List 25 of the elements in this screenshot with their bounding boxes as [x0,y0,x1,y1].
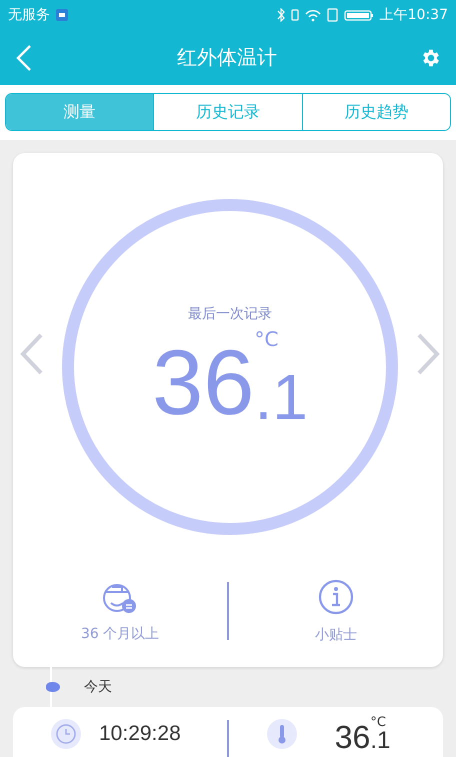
carrier-text: 无服务 [8,6,50,24]
record-temperature: 36 [334,720,370,752]
timeline-dot [46,682,60,692]
temperature-decimal: .1 [254,365,308,429]
record-decimal: .1 [370,728,390,752]
unit-text: °C [254,327,278,351]
temperature-value: 36 [152,337,254,429]
tips-button[interactable]: 小贴士 [228,577,443,645]
thermometer-icon [266,719,297,749]
age-button[interactable]: 36 个月以上 [13,578,228,644]
caption-text: 最后一次记录 [188,305,272,323]
wifi-icon [304,8,321,22]
day-label: 今天 [84,678,112,696]
battery-icon [344,8,374,22]
record-unit: °C [370,716,386,728]
page-title: 红外体温计 [177,44,277,71]
record-time: 10:29:28 [99,722,181,746]
app-notification-icon [56,9,68,21]
tab[interactable]: 测量 [6,94,154,130]
clock-icon [51,719,81,749]
bluetooth-icon [276,8,285,22]
info-icon [316,578,355,616]
tab[interactable]: 历史趋势 [302,94,450,130]
clock-text: 上午10:37 [380,6,448,24]
back-button[interactable] [14,44,34,72]
